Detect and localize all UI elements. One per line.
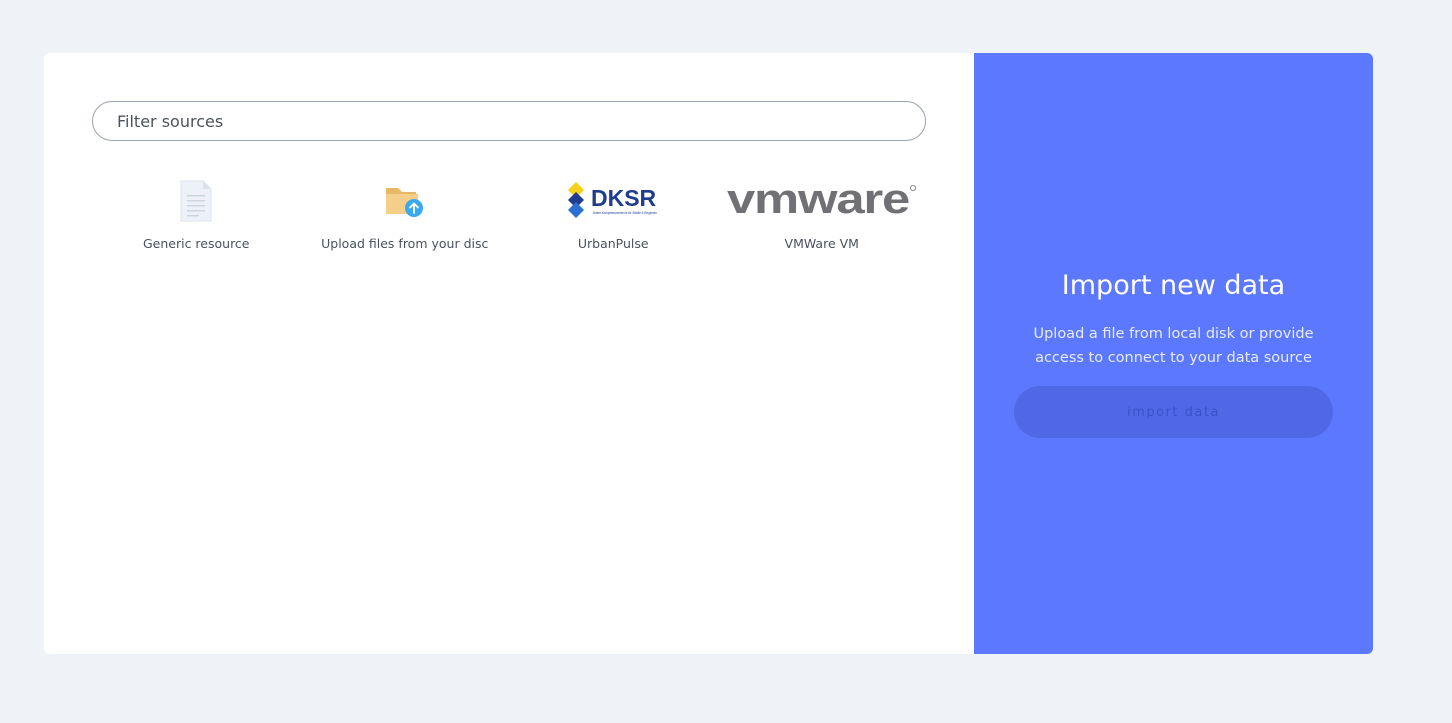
import-description: Upload a file from local disk or provide… [1033, 326, 1314, 366]
source-label: VMWare VM [784, 236, 859, 251]
dksr-logo-text: DKSR [591, 185, 657, 211]
vmware-logo-text: vmware [727, 180, 909, 222]
filter-sources-input[interactable] [92, 101, 926, 141]
source-tile-urbanpulse[interactable]: DKSR Daten-Kompetenzzentrum für Städte &… [509, 178, 718, 268]
source-label: Upload files from your disc [321, 236, 489, 251]
import-data-button[interactable]: import data [1014, 386, 1333, 438]
source-label: UrbanPulse [577, 236, 649, 251]
import-title: Import new data [1061, 270, 1286, 301]
folder-upload-icon [384, 178, 426, 224]
vmware-logo: vmware [727, 178, 917, 224]
source-list: Generic resource Upload files from your … [92, 178, 926, 268]
dksr-logo-subtext: Daten-Kompetenzzentrum für Städte & Regi… [593, 211, 657, 215]
source-picker-panel: Generic resource Upload files from your … [44, 53, 974, 654]
import-panel: Import new data Upload a file from local… [974, 53, 1373, 654]
document-icon [179, 178, 213, 224]
source-tile-vmware[interactable]: vmware VMWare VM [718, 178, 927, 268]
source-tile-upload-files[interactable]: Upload files from your disc [301, 178, 510, 268]
dksr-logo: DKSR Daten-Kompetenzzentrum für Städte &… [567, 178, 659, 224]
source-label: Generic resource [142, 236, 250, 251]
source-tile-generic-resource[interactable]: Generic resource [92, 178, 301, 268]
import-card: Generic resource Upload files from your … [44, 53, 1373, 654]
